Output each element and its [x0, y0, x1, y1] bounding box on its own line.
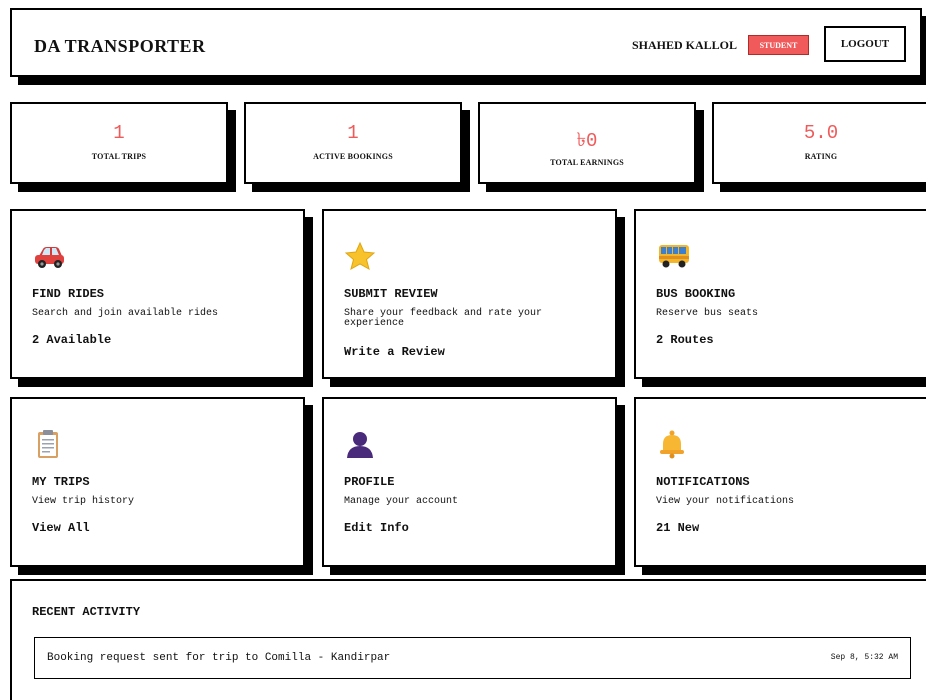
card-description: View trip history: [32, 496, 135, 507]
card-title: NOTIFICATIONS: [656, 475, 750, 489]
recent-activity-panel: RECENT ACTIVITY Booking request sent for…: [10, 579, 926, 700]
stat-active-bookings: 1 ACTIVE BOOKINGS: [244, 102, 462, 184]
stat-value: 5.0: [803, 122, 839, 144]
recent-activity-title: RECENT ACTIVITY: [32, 605, 141, 619]
card-stat: 2 Routes: [656, 333, 714, 347]
card-description: Reserve bus seats: [656, 308, 759, 319]
activity-text: Booking request sent for trip to Comilla…: [47, 652, 391, 664]
card-stat: 21 New: [656, 521, 700, 535]
card-stat: Edit Info: [344, 521, 409, 535]
bus-icon: [659, 245, 689, 268]
card-stat: View All: [32, 521, 90, 535]
card-stat: Write a Review: [344, 345, 445, 359]
card-bus-booking[interactable]: BUS BOOKING Reserve bus seats 2 Routes: [634, 209, 926, 379]
top-header: DA TRANSPORTER SHAHED KALLOL STUDENT LOG…: [10, 8, 922, 77]
stat-label: TOTAL EARNINGS: [550, 158, 624, 167]
card-title: PROFILE: [344, 475, 395, 489]
card-title: BUS BOOKING: [656, 287, 736, 301]
card-notifications[interactable]: NOTIFICATIONS View your notifications 21…: [634, 397, 926, 567]
stat-label: ACTIVE BOOKINGS: [313, 152, 393, 161]
stat-value: ৳0: [576, 130, 598, 152]
car-icon: [35, 247, 64, 268]
stat-label: RATING: [804, 152, 838, 161]
user-icon: [347, 432, 373, 458]
card-description: Search and join available rides: [32, 308, 219, 319]
user-name: SHAHED KALLOL: [632, 38, 738, 52]
card-title: FIND RIDES: [32, 287, 105, 301]
activity-item[interactable]: Booking request sent for trip to Comilla…: [34, 637, 911, 679]
card-description: Manage your account: [344, 496, 459, 507]
card-my-trips[interactable]: MY TRIPS View trip history View All: [10, 397, 305, 567]
activity-timestamp: Sep 8, 5:32 AM: [830, 653, 898, 662]
logout-button[interactable]: LOGOUT: [824, 26, 906, 62]
bell-icon: [660, 430, 684, 459]
card-stat: 2 Available: [32, 333, 112, 347]
dashboard-page: DA TRANSPORTER SHAHED KALLOL STUDENT LOG…: [0, 0, 926, 700]
stat-total-trips: 1 TOTAL TRIPS: [10, 102, 228, 184]
role-badge: STUDENT: [748, 35, 809, 55]
card-title: MY TRIPS: [32, 475, 90, 489]
card-find-rides[interactable]: FIND RIDES Search and join available rid…: [10, 209, 305, 379]
stat-label: TOTAL TRIPS: [91, 152, 147, 161]
card-description: Share your feedback and rate your experi…: [344, 308, 543, 329]
stat-total-earnings: ৳0 TOTAL EARNINGS: [478, 102, 696, 184]
stat-rating: 5.0 RATING: [712, 102, 926, 184]
card-profile[interactable]: PROFILE Manage your account Edit Info: [322, 397, 617, 567]
app-brand: DA TRANSPORTER: [34, 36, 206, 56]
stat-value: 1: [347, 122, 359, 144]
stat-value: 1: [113, 122, 125, 144]
star-icon: [344, 241, 376, 271]
clipboard-icon: [38, 430, 58, 458]
card-title: SUBMIT REVIEW: [344, 287, 438, 301]
card-description: View your notifications: [656, 496, 795, 507]
card-submit-review[interactable]: SUBMIT REVIEW Share your feedback and ra…: [322, 209, 617, 379]
